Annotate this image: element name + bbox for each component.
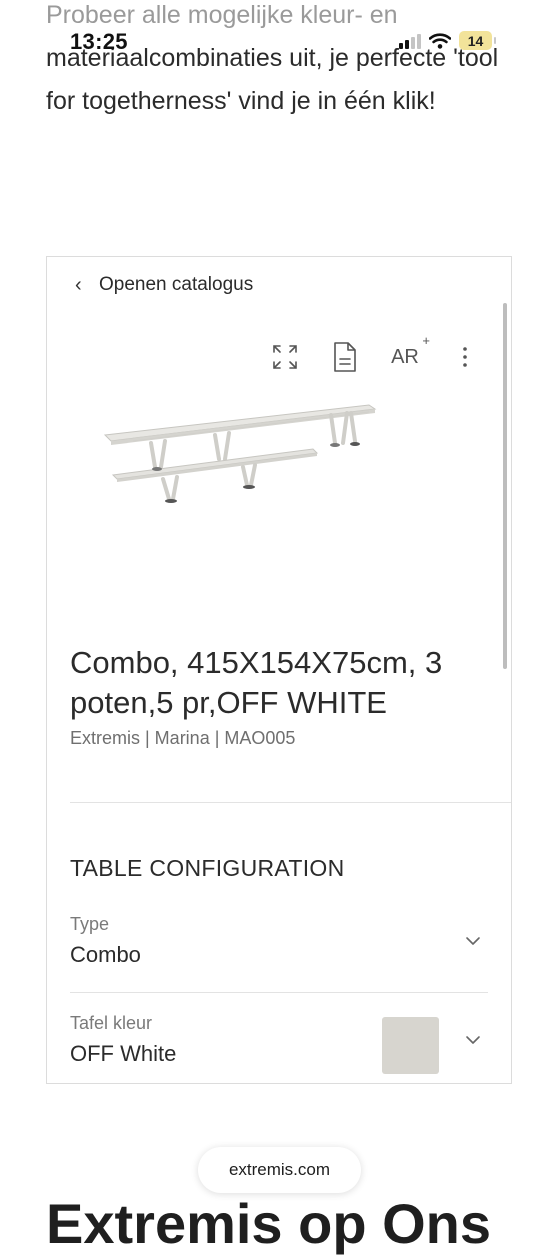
chevron-left-icon: ‹ (75, 274, 82, 296)
intro-line-rest: materiaalcombinaties uit, je perfecte 't… (46, 44, 499, 115)
configuration-heading: TABLE CONFIGURATION (70, 855, 345, 881)
ar-label: AR (391, 345, 419, 368)
url-text: extremis.com (228, 1160, 331, 1179)
table-color-select[interactable]: Tafel kleur OFF White (70, 1013, 488, 1083)
section-heading: Extremis op Ons (46, 1192, 492, 1255)
scrollbar[interactable] (503, 303, 507, 669)
divider (70, 802, 511, 803)
chevron-down-icon (466, 1036, 480, 1044)
chevron-down-icon (466, 937, 480, 945)
fullscreen-icon[interactable] (269, 341, 301, 373)
table-color-value: OFF White (70, 1041, 177, 1066)
type-select[interactable]: Type Combo (70, 914, 488, 993)
product-3d-image[interactable] (103, 397, 379, 509)
viewer-toolbar: AR + (269, 333, 481, 373)
intro-paragraph: Probeer alle mogelijke kleur- en materia… (46, 0, 516, 123)
ar-plus: + (422, 333, 430, 348)
back-to-catalogue-link[interactable]: ‹ Openen catalogus (75, 274, 253, 296)
product-meta: Extremis | Marina | MAO005 (70, 728, 296, 748)
back-label: Openen catalogus (99, 274, 254, 295)
intro-line-faded: Probeer alle mogelijke kleur- en (46, 1, 398, 29)
type-value: Combo (70, 942, 141, 967)
document-icon[interactable] (329, 341, 361, 373)
product-title: Combo, 415X154X75cm, 3 poten,5 pr,OFF WH… (70, 645, 443, 720)
more-vertical-icon[interactable] (449, 341, 481, 373)
product-configurator: ‹ Openen catalogus AR + Combo, 415X154X7… (46, 256, 512, 1084)
color-swatch[interactable] (382, 1017, 439, 1074)
type-label: Type (70, 914, 110, 934)
address-bar[interactable]: extremis.com (198, 1147, 361, 1193)
ar-icon[interactable]: AR + (389, 333, 430, 373)
table-color-label: Tafel kleur (70, 1013, 153, 1033)
